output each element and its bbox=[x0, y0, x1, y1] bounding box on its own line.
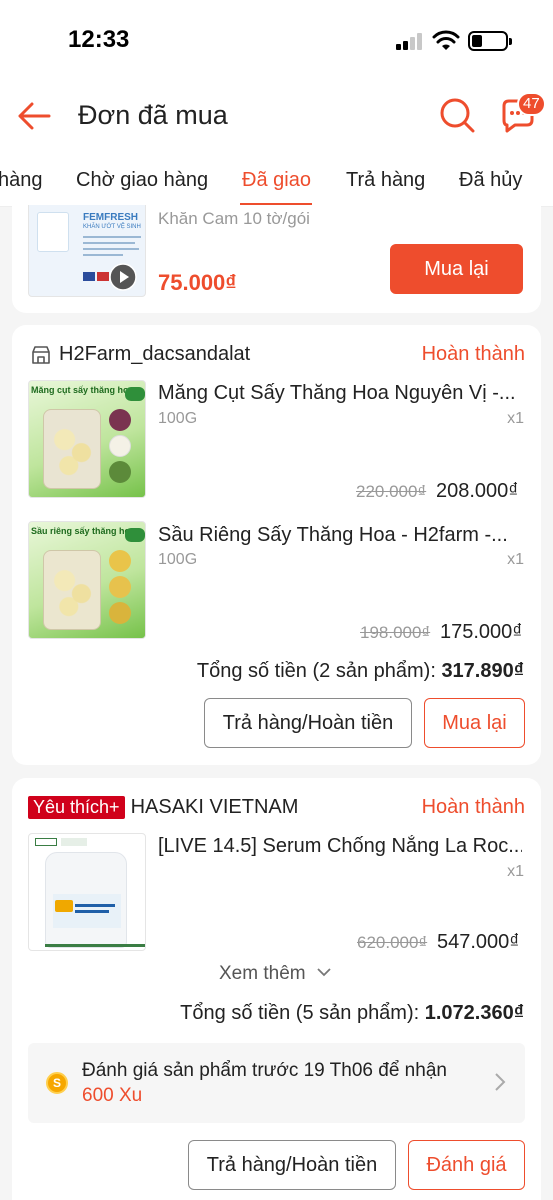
shop-name[interactable]: H2Farm_dacsandalat bbox=[59, 343, 250, 366]
signal-icon bbox=[396, 32, 424, 50]
order-card[interactable]: Yêu thích+ HASAKI VIETNAM Hoàn thành [LIV… bbox=[12, 778, 541, 1200]
order-total: Tổng số tiền (5 sản phẩm): 1.072.360₫ bbox=[180, 1002, 524, 1025]
product-variant: 100G bbox=[158, 551, 198, 568]
see-more-link[interactable]: Xem thêm bbox=[219, 963, 331, 985]
product-price: 75.000₫ bbox=[158, 270, 237, 295]
shop-icon bbox=[32, 346, 50, 364]
product-quantity: x1 bbox=[507, 410, 524, 427]
tab-cancelled[interactable]: Đã hủy bbox=[459, 169, 522, 192]
product-image[interactable] bbox=[28, 833, 146, 951]
see-more-label: Xem thêm bbox=[219, 963, 306, 984]
product-brand: FEMFRESH bbox=[83, 212, 138, 223]
order-card[interactable]: FEMFRESH KHĂN ƯỚT VỆ SINH Khăn Cam 10 tờ… bbox=[12, 205, 541, 313]
page-title: Đơn đã mua bbox=[78, 100, 228, 130]
rebuy-button[interactable]: Mua lại bbox=[390, 244, 523, 294]
order-status: Hoàn thành bbox=[421, 796, 525, 818]
product-image-label: Sầu riêng sấy thăng hoa bbox=[31, 526, 136, 536]
shopee-coin-icon: S bbox=[46, 1072, 68, 1094]
order-status: Hoàn thành bbox=[421, 343, 525, 365]
play-video-icon[interactable] bbox=[109, 263, 137, 291]
back-arrow-icon[interactable] bbox=[16, 98, 52, 134]
product-name[interactable]: Sầu Riêng Sấy Thăng Hoa - H2farm -... bbox=[158, 524, 522, 547]
shop-header[interactable]: Yêu thích+ HASAKI VIETNAM bbox=[28, 796, 298, 822]
return-refund-button[interactable]: Trả hàng/Hoàn tiền bbox=[204, 698, 412, 748]
battery-icon bbox=[468, 31, 512, 51]
product-name[interactable]: Măng Cụt Sấy Thăng Hoa Nguyên Vị -... bbox=[158, 382, 522, 405]
original-price: 198.000₫ bbox=[360, 623, 431, 642]
rebuy-button[interactable]: Mua lại bbox=[424, 698, 525, 748]
return-refund-button[interactable]: Trả hàng/Hoàn tiền bbox=[188, 1140, 396, 1190]
tab-awaiting-delivery[interactable]: Chờ giao hàng bbox=[76, 169, 208, 192]
product-name[interactable]: [LIVE 14.5] Serum Chống Nắng La Roc... bbox=[158, 835, 522, 858]
order-total-value: 317.890₫ bbox=[441, 660, 524, 682]
order-status-tabs: hàng Chờ giao hàng Đã giao Trả hàng Đã h… bbox=[0, 155, 553, 207]
product-brand-sub: KHĂN ƯỚT VỆ SINH bbox=[83, 224, 141, 230]
tab-returns[interactable]: Trả hàng bbox=[346, 169, 425, 192]
sale-price: 208.000₫ bbox=[436, 480, 519, 502]
product-quantity: x1 bbox=[507, 863, 524, 880]
review-reward-banner[interactable]: S Đánh giá sản phẩm trước 19 Th06 để nhậ… bbox=[28, 1043, 525, 1123]
search-icon[interactable] bbox=[438, 96, 476, 134]
product-variant: Khăn Cam 10 tờ/gói bbox=[158, 209, 310, 228]
order-card[interactable]: H2Farm_dacsandalat Hoàn thành Măng cụt s… bbox=[12, 325, 541, 765]
product-image[interactable]: Măng cụt sấy thăng hoa bbox=[28, 380, 146, 498]
sale-price: 175.000₫ bbox=[440, 621, 523, 643]
product-variant: 100G bbox=[158, 410, 198, 427]
product-image[interactable]: Sầu riêng sấy thăng hoa bbox=[28, 521, 146, 639]
shop-name[interactable]: HASAKI VIETNAM bbox=[131, 796, 299, 818]
chevron-right-icon bbox=[495, 1073, 506, 1091]
favorite-plus-badge: Yêu thích+ bbox=[28, 796, 125, 819]
product-image[interactable]: FEMFRESH KHĂN ƯỚT VỆ SINH bbox=[28, 205, 146, 297]
review-button[interactable]: Đánh giá bbox=[408, 1140, 525, 1190]
original-price: 220.000₫ bbox=[356, 482, 427, 501]
app-header: Đơn đã mua bbox=[0, 80, 553, 155]
original-price: 620.000₫ bbox=[357, 933, 428, 952]
status-bar: 12:33 bbox=[0, 0, 553, 80]
product-quantity: x1 bbox=[507, 551, 524, 568]
tab-awaiting-shipment[interactable]: hàng bbox=[0, 169, 43, 192]
order-total-value: 1.072.360₫ bbox=[424, 1002, 524, 1024]
order-total: Tổng số tiền (2 sản phẩm): 317.890₫ bbox=[197, 660, 524, 683]
order-total-label: Tổng số tiền (2 sản phẩm): bbox=[196, 660, 436, 682]
sale-price: 547.000₫ bbox=[437, 931, 520, 953]
review-reward-amount: 600 Xu bbox=[82, 1085, 143, 1106]
product-image-label: Măng cụt sấy thăng hoa bbox=[31, 385, 134, 395]
chat-unread-badge: 47 bbox=[517, 92, 546, 116]
wifi-icon bbox=[432, 30, 460, 50]
review-reward-text: Đánh giá sản phẩm trước 19 Th06 để nhận bbox=[82, 1060, 447, 1081]
tab-delivered[interactable]: Đã giao bbox=[242, 169, 311, 192]
order-total-label: Tổng số tiền (5 sản phẩm): bbox=[180, 1002, 420, 1024]
chevron-down-icon bbox=[317, 968, 331, 977]
status-time: 12:33 bbox=[68, 26, 130, 53]
